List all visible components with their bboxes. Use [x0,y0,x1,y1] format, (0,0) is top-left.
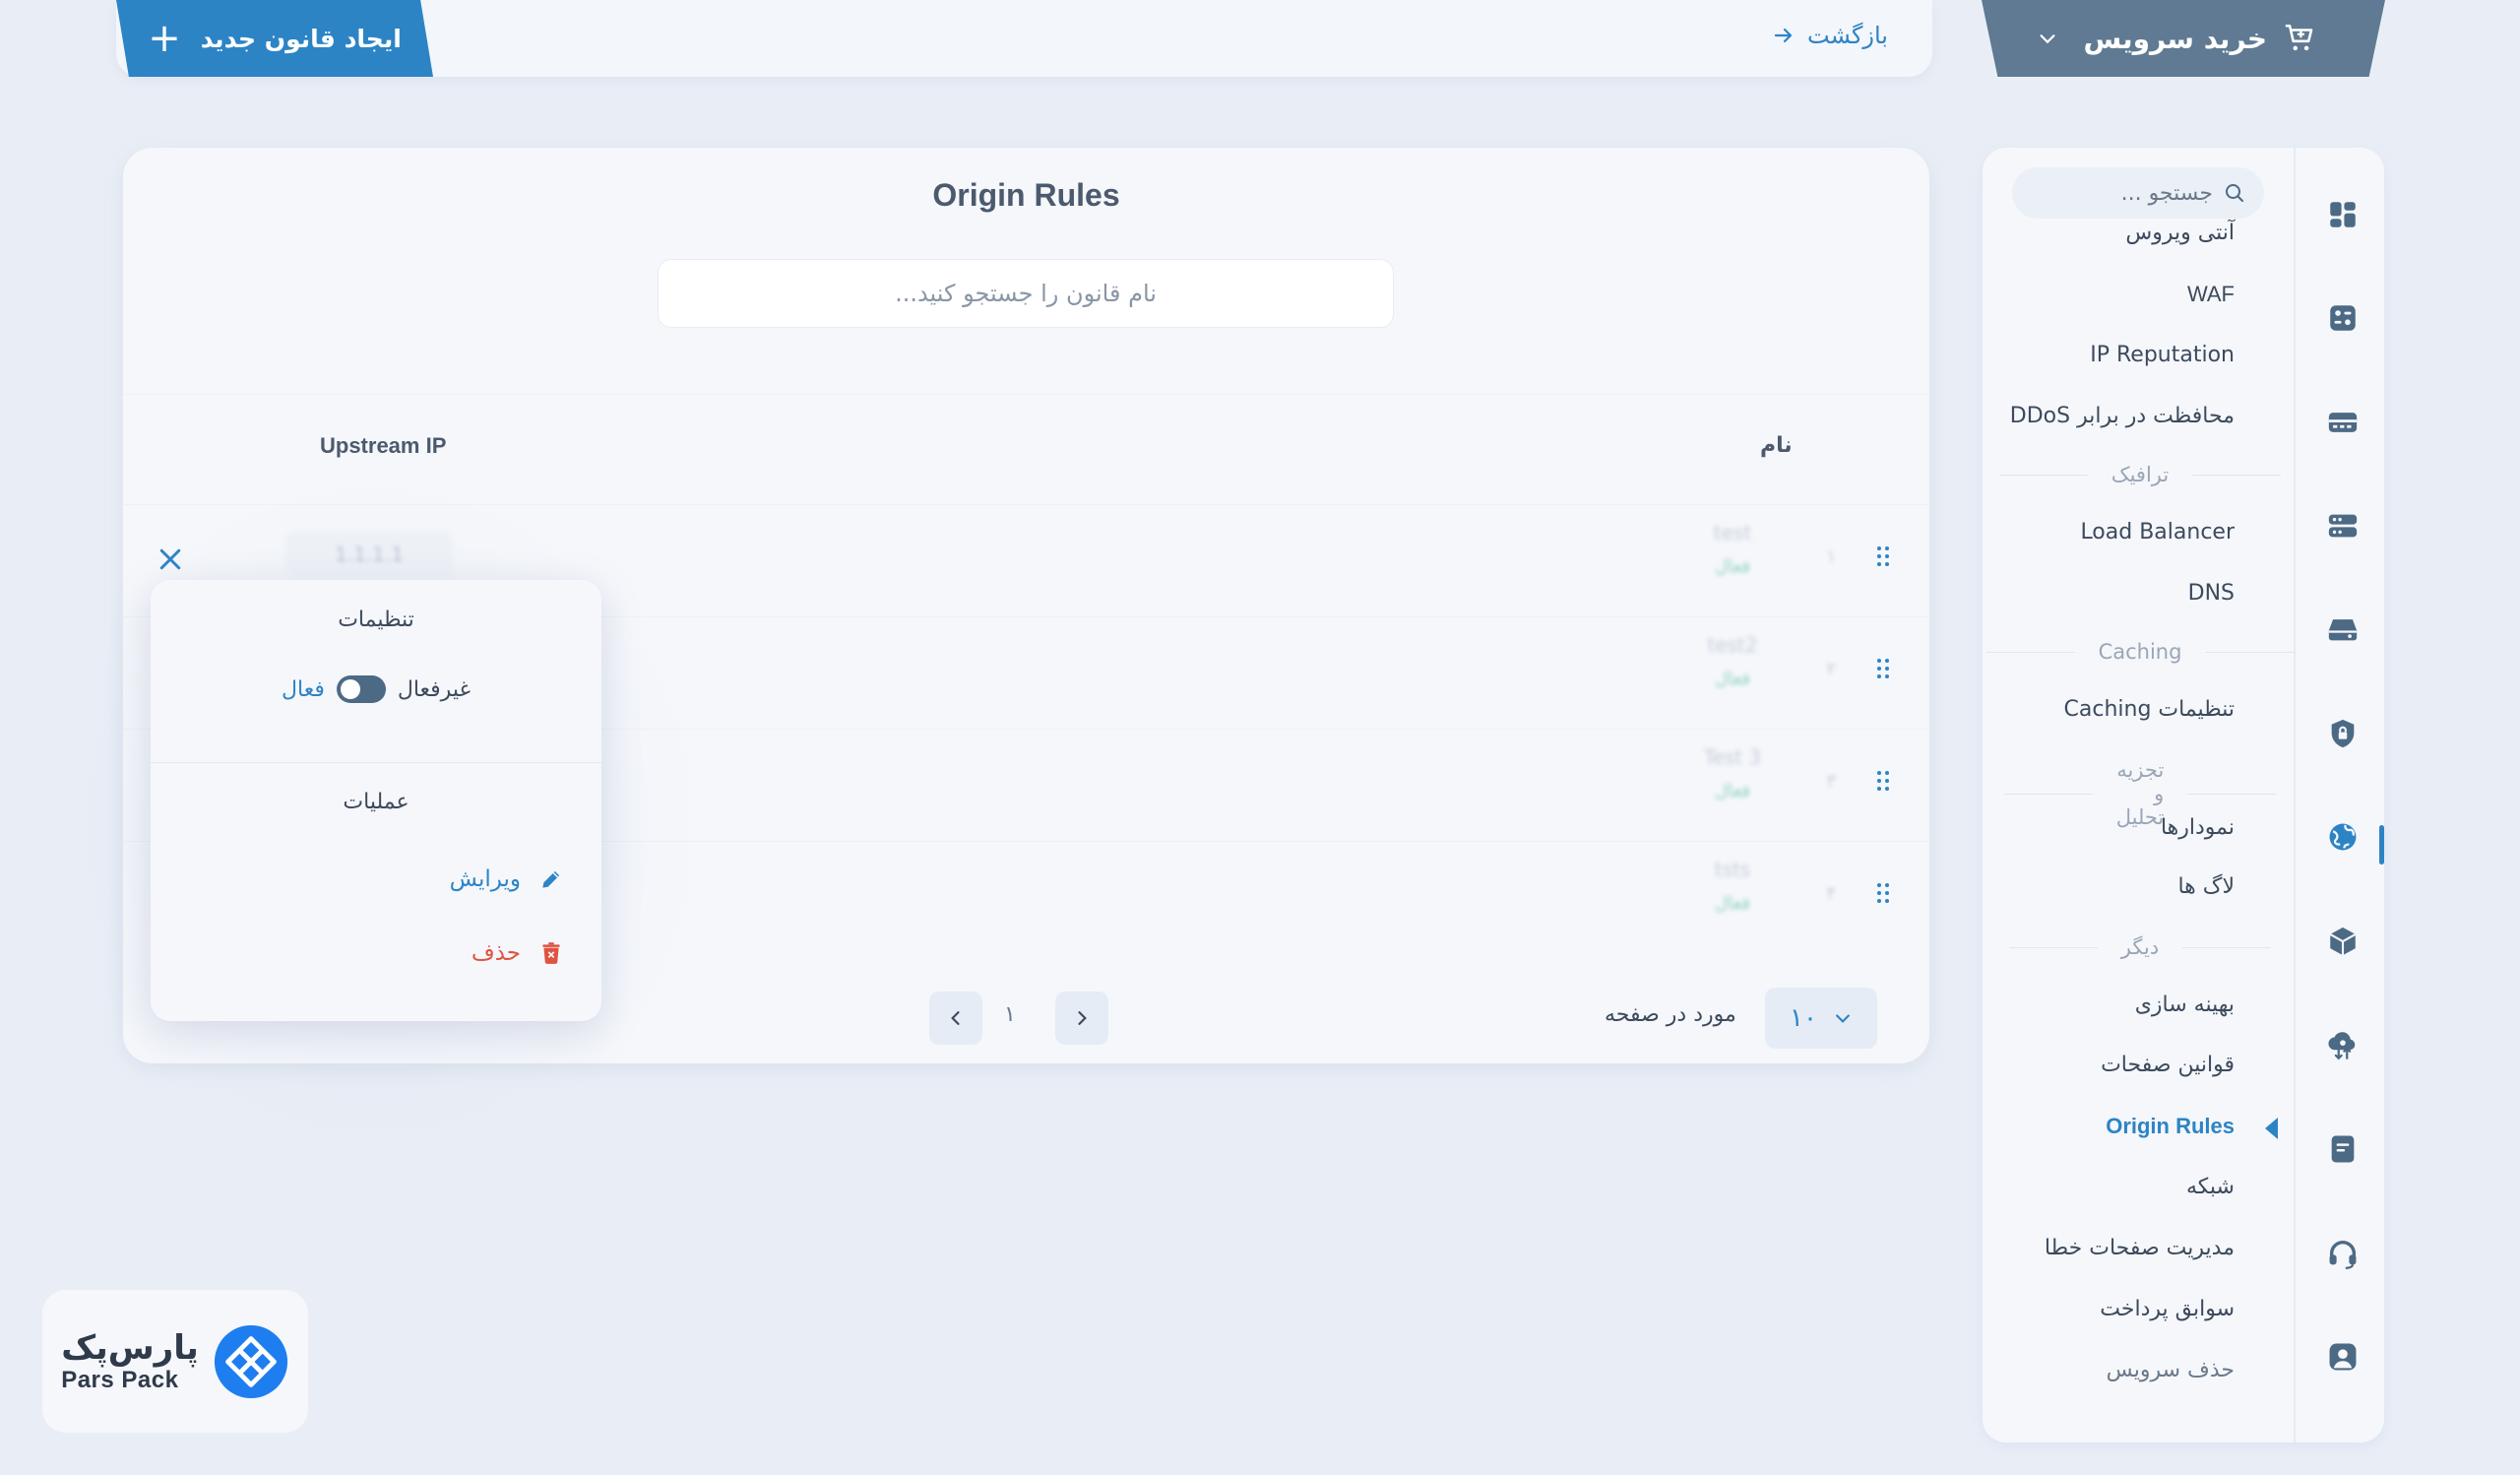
delete-rule-button[interactable]: حذف [151,940,564,966]
popover-operations-title: عملیات [343,790,410,814]
buy-service-button[interactable]: خرید سرویس [1982,0,2385,77]
row-name: test2 [1707,633,1758,657]
storage-icon[interactable] [2326,612,2360,646]
toggle-off-label: غیرفعال [397,676,471,702]
toggle-on-label: فعال [282,676,325,702]
dashboard-icon[interactable] [2326,198,2360,231]
sidebar-item-optimization[interactable]: بهینه سازی [2135,993,2235,1017]
back-label: بازگشت [1807,22,1888,49]
row-status: فعال [1715,669,1750,689]
sidebar-item-dns[interactable]: DNS [2188,581,2235,606]
row-status: فعال [1715,556,1750,577]
popover-settings-title: تنظیمات [338,608,414,632]
sidebar-search-placeholder: جستجو ... [2120,180,2213,206]
section-analytics: تجزیه و تحلیل [1992,758,2288,829]
column-header-upstream: Upstream IP [320,433,447,458]
cdn-globe-icon[interactable] [2326,820,2360,854]
row-status: فعال [1715,781,1750,802]
page-title: Origin Rules [932,177,1120,213]
chevron-right-icon [1078,1011,1087,1025]
column-header-name: نام [1760,433,1793,458]
delete-label: حذف [471,940,521,966]
sidebar-item-load-balancer[interactable]: Load Balancer [2080,520,2235,545]
row-index: ۳ [1826,771,1836,792]
active-item-arrow-icon [2265,1118,2278,1139]
sidebar-item-ip-reputation[interactable]: IP Reputation [2090,343,2235,367]
current-page[interactable]: ۱ [1004,1002,1016,1027]
rule-search-placeholder: نام قانون را جستجو کنید... [895,280,1157,307]
sidebar-item-page-rules[interactable]: قوانین صفحات [2101,1053,2235,1077]
row-index: ۴ [1826,883,1836,904]
edit-rule-button[interactable]: ویرایش [151,866,564,892]
sidebar-item-logs[interactable]: لاگ ها [2177,874,2235,899]
section-traffic: ترافیک [1992,463,2288,486]
edit-label: ویرایش [449,866,521,892]
row-name: Test 3 [1703,745,1762,769]
drag-handle-icon[interactable] [1876,881,1890,905]
close-icon[interactable] [156,545,185,574]
sidebar-menu: آنتی ویروس WAF IP Reputation محافظت در ب… [1992,213,2288,1414]
icon-rail [2294,148,2384,1443]
sidebar-item-payment-history[interactable]: سوابق پرداخت [2100,1297,2235,1321]
per-page-select[interactable]: ۱۰ [1765,988,1877,1049]
sidebar-item-error-pages[interactable]: مدیریت صفحات خطا [2045,1236,2235,1260]
buy-service-label: خرید سرویس [2083,22,2267,55]
section-caching: Caching [1992,640,2288,664]
widgets-icon[interactable] [2326,301,2360,335]
row-name: test [1713,521,1752,545]
sidebar-item-antivirus[interactable]: آنتی ویروس [2125,221,2235,245]
section-other: دیگر [1992,935,2288,959]
plus-icon: + [148,16,181,61]
parspack-logo-icon [214,1324,287,1398]
logo-text-en: Pars Pack [61,1366,179,1393]
create-rule-label: ایجاد قانون جدید [200,24,402,53]
chevron-down-icon [2040,34,2055,44]
pencil-icon [542,870,560,888]
server-icon[interactable] [2326,406,2360,439]
headset-icon[interactable] [2326,1237,2360,1270]
status-toggle[interactable] [336,675,386,703]
per-page-value: ۱۰ [1790,1003,1817,1033]
sidebar-search-input[interactable]: جستجو ... [2012,167,2264,219]
sidebar-item-caching-settings[interactable]: تنظیمات Caching [2064,697,2235,722]
next-page-button[interactable] [1055,992,1108,1045]
status-toggle-row: غیرفعال فعال [151,675,601,703]
logo-text-fa: پارس‌پک [61,1327,199,1368]
rule-search-input[interactable]: نام قانون را جستجو کنید... [658,259,1394,328]
arrow-right-icon [1774,28,1793,43]
back-link[interactable]: بازگشت [1772,16,1888,55]
cloud-icon[interactable] [2326,1029,2360,1062]
per-page-label: مورد در صفحه [1605,1002,1736,1027]
drag-handle-icon[interactable] [1876,657,1890,680]
row-index: ۲ [1826,659,1836,679]
sidebar-item-origin-rules[interactable]: Origin Rules [2106,1114,2235,1139]
table-top-divider [123,394,1929,395]
chevron-down-icon [1836,1014,1850,1023]
row-status: فعال [1715,893,1750,914]
sidebar-item-delete-service[interactable]: حذف سرویس [2107,1358,2235,1382]
drag-handle-icon[interactable] [1876,545,1890,568]
popover-divider [151,762,601,763]
cart-icon [2285,24,2313,51]
parspack-logo[interactable]: پارس‌پک Pars Pack [42,1290,308,1433]
chevron-left-icon [951,1011,960,1025]
box-icon[interactable] [2326,925,2360,958]
create-rule-button[interactable]: ایجاد قانون جدید + [116,0,433,77]
drag-handle-icon[interactable] [1876,769,1890,793]
rail-active-indicator [2379,825,2384,865]
sidebar-item-charts[interactable]: نمودارها [2161,815,2235,840]
document-icon[interactable] [2326,1132,2360,1166]
user-icon[interactable] [2326,1340,2360,1374]
row-index: ۱ [1826,546,1836,567]
shield-icon[interactable] [2326,717,2360,750]
prev-page-button[interactable] [929,992,982,1045]
search-icon [2226,184,2243,202]
sidebar-item-network[interactable]: شبکه [2186,1175,2235,1199]
trash-icon [542,942,560,964]
row-upstream-value: 1.1.1.1 [285,532,453,577]
sidebar-item-ddos[interactable]: محافظت در برابر DDoS [2010,404,2235,428]
database-icon[interactable] [2326,509,2360,543]
sidebar-item-waf[interactable]: WAF [2187,282,2235,307]
row-name: tsts [1714,858,1751,881]
